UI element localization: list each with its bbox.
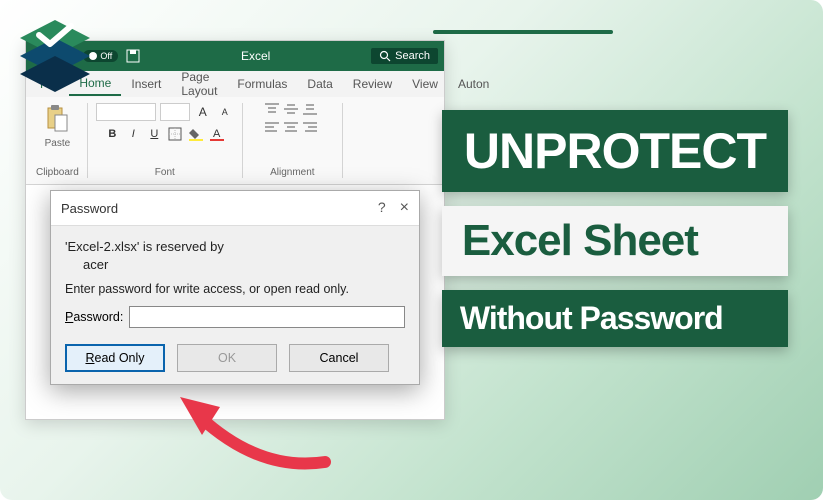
font-color-icon: A — [210, 127, 224, 141]
decorative-accent-line — [433, 30, 613, 34]
tab-data[interactable]: Data — [297, 73, 342, 95]
search-box[interactable]: Search — [371, 48, 438, 64]
overlay-line-3: Without Password — [442, 290, 788, 347]
borders-icon — [168, 127, 182, 141]
align-bottom-button[interactable] — [303, 103, 319, 117]
font-size-select[interactable] — [160, 103, 190, 121]
dialog-help-button[interactable]: ? — [378, 199, 386, 217]
paste-button[interactable]: Paste — [41, 103, 73, 149]
tab-view[interactable]: View — [402, 73, 448, 95]
dialog-body: 'Excel-2.xlsx' is reserved by acer Enter… — [51, 226, 419, 384]
paint-bucket-icon — [189, 127, 203, 141]
align-right-button[interactable] — [303, 121, 319, 135]
stacked-diamond-logo-icon — [15, 20, 95, 95]
thumbnail-container: AutoSave Off Excel Search File Home Inse… — [0, 0, 823, 500]
dialog-title-bar: Password ? × — [51, 191, 419, 226]
align-middle-button[interactable] — [284, 103, 300, 117]
autosave-state: Off — [100, 51, 112, 61]
clipboard-paste-icon — [45, 105, 69, 133]
ribbon-group-alignment: Alignment — [243, 103, 343, 178]
password-row: Password: — [65, 306, 405, 328]
align-left-button[interactable] — [265, 121, 281, 135]
align-top-icon — [265, 103, 279, 115]
align-center-icon — [284, 121, 298, 133]
align-top-button[interactable] — [265, 103, 281, 117]
dialog-instruction: Enter password for write access, or open… — [65, 282, 405, 296]
tab-insert[interactable]: Insert — [121, 73, 171, 95]
reserved-line-2: acer — [65, 256, 405, 274]
alignment-group-label: Alignment — [270, 167, 314, 178]
borders-button[interactable] — [166, 125, 184, 143]
password-dialog: Password ? × 'Excel-2.xlsx' is reserved … — [50, 190, 420, 385]
italic-button[interactable]: I — [124, 125, 142, 143]
dialog-title: Password — [61, 201, 118, 216]
underline-button[interactable]: U — [145, 125, 163, 143]
font-family-select[interactable] — [96, 103, 156, 121]
password-input[interactable] — [129, 306, 405, 328]
reserved-line-1: 'Excel-2.xlsx' is reserved by — [65, 238, 405, 256]
align-center-button[interactable] — [284, 121, 300, 135]
clipboard-group-label: Clipboard — [36, 167, 79, 178]
align-left-icon — [265, 121, 279, 133]
align-middle-icon — [284, 103, 298, 115]
align-right-icon — [303, 121, 317, 133]
decrease-font-button[interactable]: A — [216, 103, 234, 121]
brand-logo — [15, 20, 95, 100]
ribbon-group-clipboard: Paste Clipboard — [28, 103, 88, 178]
align-bottom-icon — [303, 103, 317, 115]
overlay-line-2: Excel Sheet — [442, 206, 788, 276]
tab-review[interactable]: Review — [343, 73, 402, 95]
red-curved-arrow — [160, 377, 340, 482]
dialog-button-row: Read Only OK Cancel — [65, 344, 405, 372]
paste-label: Paste — [41, 138, 73, 149]
tab-page-layout[interactable]: Page Layout — [171, 66, 227, 102]
bold-button[interactable]: B — [103, 125, 121, 143]
password-label: Password: — [65, 310, 123, 324]
svg-text:A: A — [213, 128, 221, 140]
ribbon-content: Paste Clipboard A A B I U A — [26, 97, 444, 185]
overlay-line-1: UNPROTECT — [442, 110, 788, 192]
dialog-close-button[interactable]: × — [400, 199, 409, 217]
save-icon[interactable] — [126, 49, 140, 63]
dialog-reserved-message: 'Excel-2.xlsx' is reserved by acer — [65, 238, 405, 274]
title-overlay: UNPROTECT Excel Sheet Without Password — [442, 110, 788, 347]
font-color-button[interactable]: A — [208, 125, 226, 143]
tab-formulas[interactable]: Formulas — [227, 73, 297, 95]
search-icon — [379, 50, 391, 62]
read-only-button[interactable]: Read Only — [65, 344, 165, 372]
cancel-button[interactable]: Cancel — [289, 344, 389, 372]
search-placeholder: Search — [395, 50, 430, 62]
increase-font-button[interactable]: A — [194, 103, 212, 121]
curved-arrow-icon — [160, 377, 340, 477]
ok-button[interactable]: OK — [177, 344, 277, 372]
ribbon-group-font: A A B I U A Font — [88, 103, 243, 178]
fill-color-button[interactable] — [187, 125, 205, 143]
tab-automate[interactable]: Auton — [448, 73, 499, 95]
app-title: Excel — [148, 49, 363, 63]
font-group-label: Font — [155, 167, 175, 178]
